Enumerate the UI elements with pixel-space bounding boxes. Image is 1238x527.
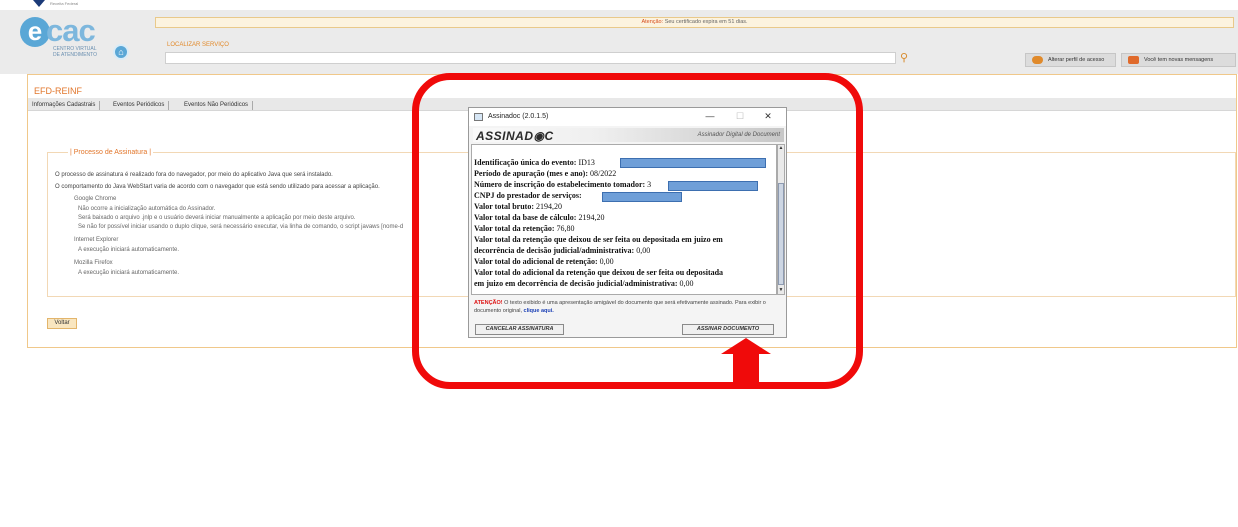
change-profile-label: Alterar perfil de acesso	[1048, 57, 1105, 63]
logo-subtitle: CENTRO VIRTUAL DE ATENDIMENTO	[53, 46, 113, 58]
page-title: EFD-REINF	[34, 86, 82, 96]
alert-text: Seu certificado expira em 51 dias.	[664, 19, 748, 25]
annotation-arrow-icon	[721, 338, 771, 388]
brand-arrow-icon	[33, 0, 45, 7]
logo-name: cac	[46, 13, 96, 48]
top-strip-text: Receita Federal	[50, 1, 79, 6]
logo-subtitle-line2: DE ATENDIMENTO	[53, 52, 97, 58]
firefox-line-1: A execução iniciará automaticamente.	[78, 270, 180, 276]
section-legend: | Processo de Assinatura |	[68, 149, 154, 156]
ie-line-1: A execução iniciará automaticamente.	[78, 247, 180, 253]
chrome-line-2: Será baixado o arquivo .jnlp e o usuário…	[78, 215, 356, 221]
chrome-line-1: Não ocorre a inicialização automática do…	[78, 206, 216, 212]
search-input[interactable]	[165, 52, 896, 64]
mail-icon	[1128, 56, 1139, 64]
chrome-heading: Google Chrome	[74, 196, 117, 202]
users-icon	[1032, 56, 1043, 64]
chrome-line-3: Se não for possível iniciar usando o dup…	[78, 224, 404, 230]
tab-informacoes-cadastrais[interactable]: Informações Cadastrais	[28, 101, 101, 110]
firefox-heading: Mozilla Firefox	[74, 260, 113, 266]
intro-line-2: O comportamento do Java WebStart varia d…	[55, 184, 380, 190]
back-button[interactable]: Voltar	[47, 318, 77, 329]
tab-eventos-nao-periodicos[interactable]: Eventos Não Periódicos	[180, 101, 254, 110]
ecac-logo[interactable]: e cac CENTRO VIRTUAL DE ATENDIMENTO	[20, 13, 113, 67]
search-icon[interactable]: ⚲	[900, 52, 912, 64]
home-icon[interactable]: ⌂	[113, 44, 129, 60]
certificate-alert: Atenção: Seu certificado expira em 51 di…	[155, 17, 1234, 28]
change-profile-button[interactable]: Alterar perfil de acesso	[1025, 53, 1116, 67]
intro-line-1: O processo de assinatura é realizado for…	[55, 172, 333, 178]
messages-label: Você tem novas mensagens	[1144, 57, 1214, 63]
annotation-highlight-frame	[412, 73, 863, 389]
alert-prefix: Atenção:	[641, 19, 664, 25]
ie-heading: Internet Explorer	[74, 237, 119, 243]
messages-button[interactable]: Você tem novas mensagens	[1121, 53, 1236, 67]
search-label: LOCALIZAR SERVIÇO	[167, 42, 229, 48]
tab-eventos-periodicos[interactable]: Eventos Periódicos	[109, 101, 170, 110]
